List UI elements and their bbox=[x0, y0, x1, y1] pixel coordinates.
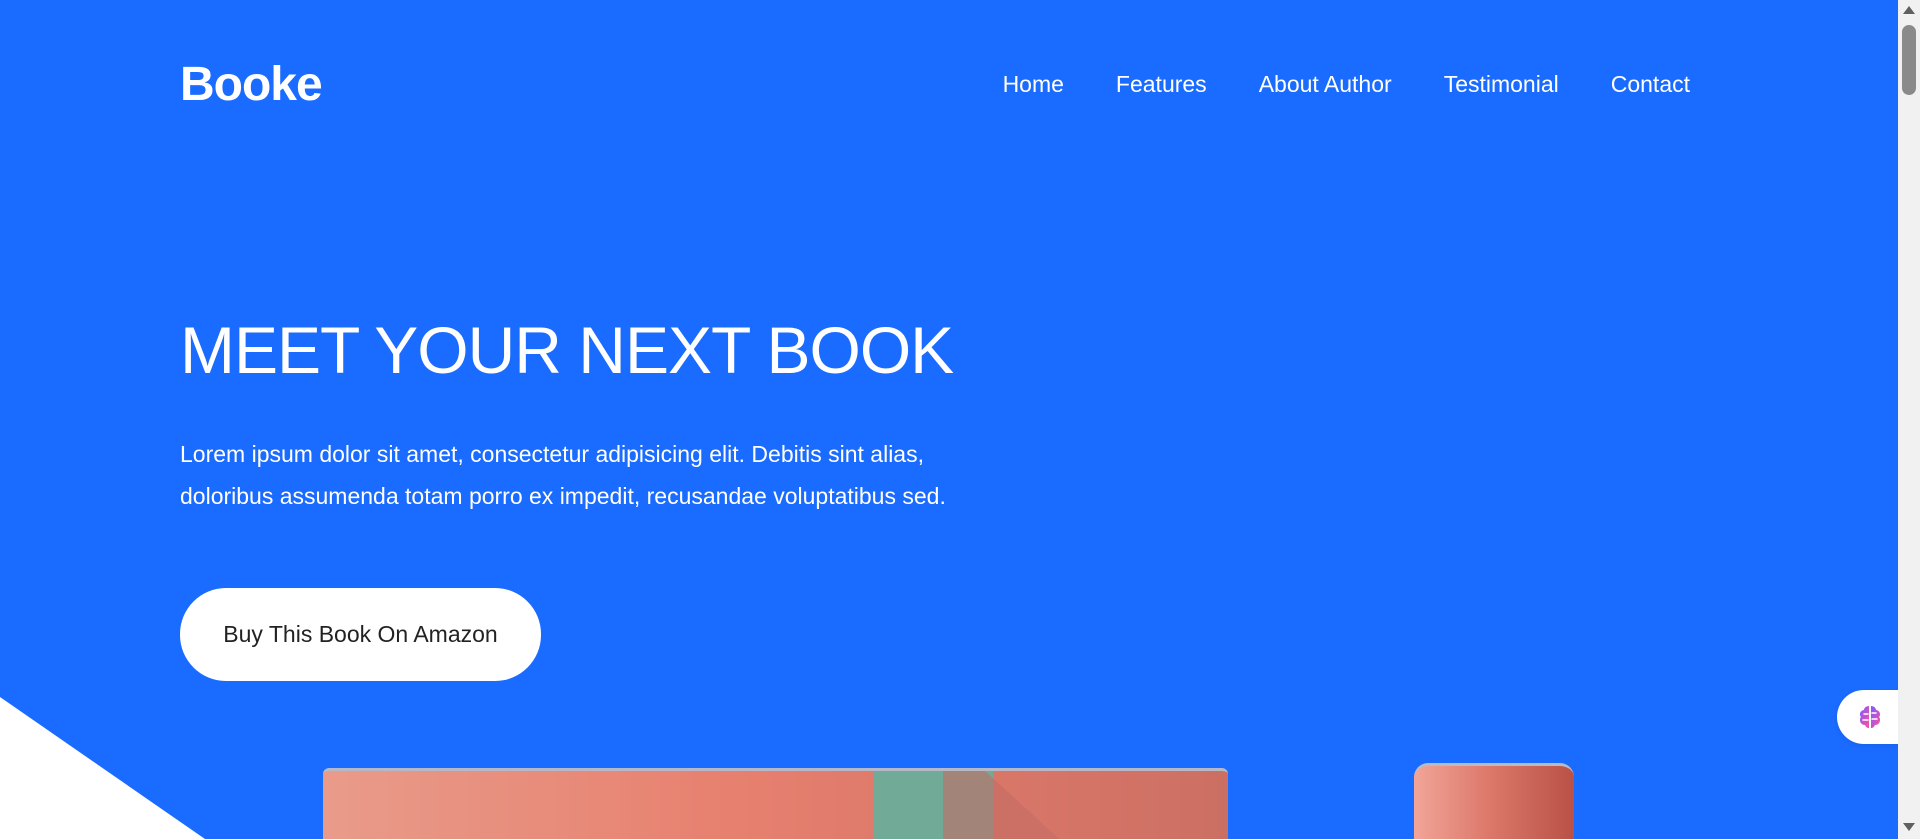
book-image-small bbox=[1414, 763, 1574, 839]
brain-icon bbox=[1860, 706, 1880, 728]
hero-title: MEET YOUR NEXT BOOK bbox=[180, 313, 954, 387]
book-cover-diagonal bbox=[943, 771, 1083, 839]
decorative-triangle bbox=[0, 697, 205, 839]
brain-widget-button[interactable] bbox=[1837, 690, 1903, 744]
hero-description: Lorem ipsum dolor sit amet, consectetur … bbox=[180, 441, 946, 509]
scroll-up-arrow-icon[interactable] bbox=[1903, 6, 1915, 14]
scrollbar-thumb[interactable] bbox=[1902, 25, 1916, 95]
nav-contact-link[interactable]: Contact bbox=[1611, 71, 1690, 98]
nav-features-link[interactable]: Features bbox=[1116, 71, 1207, 98]
nav-about-author-link[interactable]: About Author bbox=[1259, 71, 1392, 98]
nav-testimonial-link[interactable]: Testimonial bbox=[1444, 71, 1559, 98]
main-nav: Home Features About Author Testimonial C… bbox=[1003, 71, 1690, 98]
landing-page: Booke Home Features About Author Testimo… bbox=[0, 0, 1920, 839]
book-image-large bbox=[323, 768, 1228, 839]
nav-home-link[interactable]: Home bbox=[1003, 71, 1064, 98]
vertical-scrollbar[interactable] bbox=[1898, 0, 1920, 839]
buy-on-amazon-button[interactable]: Buy This Book On Amazon bbox=[180, 588, 541, 681]
site-header: Booke Home Features About Author Testimo… bbox=[180, 52, 1690, 116]
brand-logo[interactable]: Booke bbox=[180, 57, 323, 112]
scroll-down-arrow-icon[interactable] bbox=[1903, 823, 1915, 831]
